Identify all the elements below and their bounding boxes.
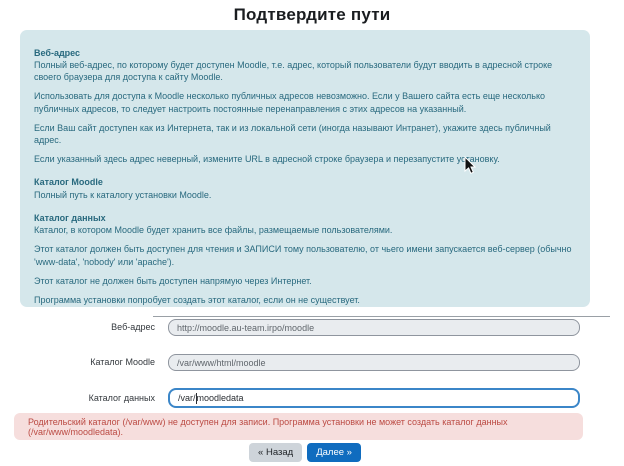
data-dir-value-after-caret: moodledata xyxy=(197,393,244,403)
info-paragraph: Использовать для доступа к Moodle нескол… xyxy=(34,90,576,115)
info-section-data-dir: Каталог данных Каталог, в котором Moodle… xyxy=(34,212,576,306)
field-label-moodle-dir: Каталог Moodle xyxy=(0,354,155,371)
info-paragraph: Если указанный здесь адрес неверный, изм… xyxy=(34,153,576,165)
field-label-data-dir: Каталог данных xyxy=(0,390,155,407)
info-heading-data-dir: Каталог данных xyxy=(34,212,576,224)
back-button[interactable]: « Назад xyxy=(249,443,302,462)
info-paragraph: Программа установки попробует создать эт… xyxy=(34,294,576,306)
error-alert: Родительский каталог (/var/www) не досту… xyxy=(14,413,583,440)
field-label-web-address: Веб-адрес xyxy=(0,319,155,336)
info-section-web-address: Веб-адрес Полный веб-адрес, по которому … xyxy=(34,47,576,166)
info-heading-moodle-dir: Каталог Moodle xyxy=(34,176,576,188)
page-title: Подтвердите пути xyxy=(0,0,624,25)
error-message: Родительский каталог (/var/www) не досту… xyxy=(28,417,569,437)
info-paragraph: Этот каталог должен быть доступен для чт… xyxy=(34,243,576,268)
info-paragraph: Если Ваш сайт доступен как из Интернета,… xyxy=(34,122,576,147)
mouse-cursor-icon xyxy=(464,156,476,175)
moodle-dir-input[interactable] xyxy=(168,354,580,371)
web-address-input[interactable] xyxy=(168,319,580,336)
info-paragraph: Полный путь к каталогу установки Moodle. xyxy=(34,189,576,201)
info-paragraph: Этот каталог не должен быть доступен нап… xyxy=(34,275,576,287)
wizard-buttons: « Назад Далее » xyxy=(0,443,610,462)
form-top-divider xyxy=(153,316,610,317)
moodle-install-confirm-paths-page: Подтвердите пути Веб-адрес Полный веб-ад… xyxy=(0,0,624,466)
info-paragraph: Полный веб-адрес, по которому будет дост… xyxy=(34,59,576,84)
info-paragraph: Каталог, в котором Moodle будет хранить … xyxy=(34,224,576,236)
data-dir-input[interactable]: /var/moodledata xyxy=(168,388,580,408)
data-dir-value-before-caret: /var/ xyxy=(178,393,196,403)
next-button[interactable]: Далее » xyxy=(307,443,361,462)
paths-info-box: Веб-адрес Полный веб-адрес, по которому … xyxy=(20,30,590,307)
info-heading-web-address: Веб-адрес xyxy=(34,47,576,59)
info-section-moodle-dir: Каталог Moodle Полный путь к каталогу ус… xyxy=(34,176,576,201)
